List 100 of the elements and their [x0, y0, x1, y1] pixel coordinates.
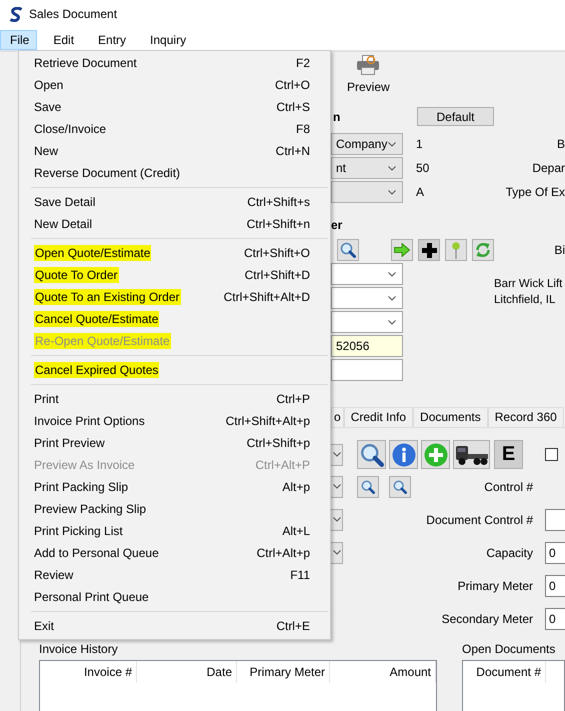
add-icon	[424, 442, 448, 466]
chevron-icon	[332, 452, 340, 457]
column-header[interactable]: Amount	[330, 661, 436, 683]
menu-item[interactable]: Cancel Quote/Estimate	[19, 308, 330, 330]
checkbox[interactable]	[545, 448, 558, 461]
menu-bar-item[interactable]: Inquiry	[140, 30, 194, 50]
arrow-icon	[394, 243, 410, 257]
preview-button[interactable]: Preview	[345, 55, 392, 94]
field-label: Type Of Ex	[506, 185, 565, 199]
truck-icon	[456, 444, 488, 464]
tab[interactable]: o	[331, 407, 344, 427]
menu-item[interactable]: Exit Ctrl+E	[19, 615, 330, 637]
plus-icon	[422, 242, 436, 258]
input-field[interactable]: 0	[545, 608, 565, 630]
menu-item[interactable]: Review F11	[19, 564, 330, 586]
menu-bar-item[interactable]: File	[0, 30, 38, 50]
field-value: 1	[416, 137, 423, 151]
search-icon	[340, 242, 356, 258]
e-button[interactable]: E	[494, 440, 523, 469]
chevron-icon	[332, 517, 340, 522]
search-icon	[393, 480, 407, 494]
input-field[interactable]: 0	[545, 574, 565, 596]
section-title: Invoice History	[39, 642, 119, 658]
dropdown-field[interactable]	[331, 508, 343, 530]
refresh-icon	[475, 242, 491, 258]
menu-item[interactable]: Open Ctrl+O	[19, 74, 330, 96]
menu-item[interactable]: Personal Print Queue	[19, 586, 330, 608]
tab[interactable]: Credit Info	[344, 407, 414, 427]
tab[interactable]: Documents	[413, 407, 488, 427]
field-value: 50	[416, 161, 430, 175]
search-icon	[361, 480, 375, 494]
dropdown-field[interactable]	[331, 444, 343, 466]
menu-item[interactable]: Print Packing Slip Alt+p	[19, 476, 330, 498]
dropdown-field[interactable]	[331, 181, 403, 203]
menu-item[interactable]: Print Picking List Alt+L	[19, 520, 330, 542]
menu-item[interactable]: Cancel Expired Quotes	[19, 359, 330, 381]
address-line: Barr Wick Lift	[494, 277, 562, 292]
tool-button[interactable]	[453, 440, 490, 469]
dropdown-field[interactable]	[331, 311, 403, 333]
dropdown-field[interactable]	[331, 542, 343, 564]
chevron-icon	[332, 550, 340, 555]
menu-item[interactable]: Invoice Print Options Ctrl+Shift+Alt+p	[19, 410, 330, 432]
dropdown-field[interactable]	[331, 287, 403, 309]
menu-bar-item[interactable]: Entry	[88, 30, 134, 50]
menu-item[interactable]: Add to Personal Queue Ctrl+Alt+p	[19, 542, 330, 564]
info-icon	[392, 442, 416, 466]
column-header[interactable]: Document #	[463, 661, 546, 683]
printer-icon	[357, 55, 380, 75]
pin-icon	[452, 242, 460, 258]
menu-item[interactable]: Preview Packing Slip	[19, 498, 330, 520]
field-label: Secondary Meter	[442, 612, 533, 626]
input-field[interactable]	[545, 508, 565, 530]
app-logo-icon	[9, 6, 23, 22]
tool-button[interactable]	[337, 239, 359, 261]
section-heading: n	[332, 110, 342, 124]
tool-button[interactable]	[418, 239, 440, 261]
chevron-icon	[388, 320, 396, 324]
menu-item[interactable]: Print Preview Ctrl+Shift+p	[19, 432, 330, 454]
menu-item[interactable]: Retrieve Document F2	[19, 52, 330, 74]
column-header[interactable]: Primary Meter	[237, 661, 330, 683]
default-button[interactable]: Default	[417, 107, 494, 126]
field-label: Primary Meter	[458, 578, 533, 592]
chevron-icon	[332, 484, 340, 489]
chevron-icon	[388, 296, 396, 300]
tool-button[interactable]	[357, 476, 379, 498]
menu-item[interactable]: Open Quote/Estimate Ctrl+Shift+O	[19, 242, 330, 264]
input-field[interactable]: 52056	[331, 335, 403, 357]
menu-bar-item[interactable]: Edit	[43, 30, 82, 50]
menu-item[interactable]: Reverse Document (Credit)	[19, 162, 330, 184]
menu-item[interactable]: Print Ctrl+P	[19, 388, 330, 410]
search-icon	[360, 442, 384, 466]
menu-item[interactable]: New Detail Ctrl+Shift+n	[19, 213, 330, 235]
menu-item[interactable]: New Ctrl+N	[19, 140, 330, 162]
address-line: Litchfield, IL	[494, 293, 556, 308]
dropdown-field[interactable]	[331, 476, 343, 498]
column-header[interactable]: Invoice #	[40, 661, 137, 683]
chevron-icon	[388, 272, 396, 276]
tab[interactable]: Record 360	[488, 407, 564, 427]
tool-button[interactable]	[389, 476, 411, 498]
chevron-icon	[388, 190, 396, 194]
menu-item[interactable]: Quote To an Existing Order Ctrl+Shift+Alt+D	[19, 286, 330, 308]
dropdown-field[interactable]	[331, 263, 403, 285]
chevron-icon	[388, 142, 396, 146]
input-field[interactable]: 0	[545, 542, 565, 564]
dropdown-field[interactable]: Company	[331, 133, 403, 155]
dropdown-field[interactable]: nt	[331, 157, 403, 179]
column-header[interactable]: Date	[137, 661, 237, 683]
field-label: B	[556, 137, 565, 151]
menu-item[interactable]: Save Detail Ctrl+Shift+s	[19, 191, 330, 213]
menu-item[interactable]: Save Ctrl+S	[19, 96, 330, 118]
field-label: Control #	[484, 480, 533, 494]
tool-button[interactable]	[357, 440, 386, 469]
section-heading: er	[331, 218, 342, 232]
menu-item[interactable]: Quote To Order Ctrl+Shift+D	[19, 264, 330, 286]
input-field[interactable]	[331, 359, 403, 381]
field-label: Capacity	[486, 546, 533, 560]
section-title: Open Documents	[462, 642, 556, 658]
chevron-icon	[388, 166, 396, 170]
menu-item[interactable]: Close/Invoice F8	[19, 118, 330, 140]
field-label: Document Control #	[426, 512, 533, 526]
